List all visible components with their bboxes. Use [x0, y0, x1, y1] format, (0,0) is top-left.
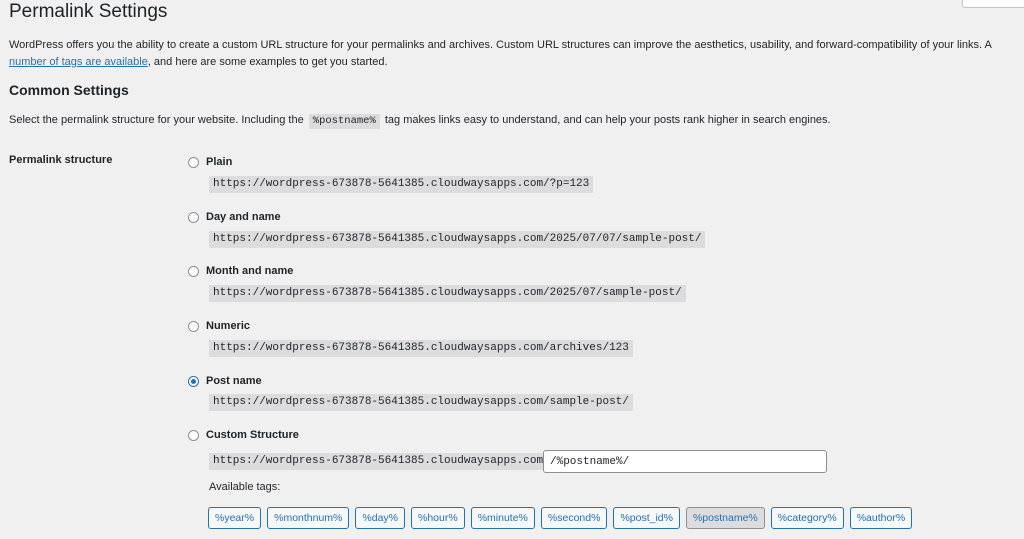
- tag-button-year[interactable]: %year%: [208, 507, 262, 529]
- tag-button-minute[interactable]: %minute%: [470, 507, 535, 529]
- radio-month-and-name[interactable]: [188, 265, 199, 277]
- option-month-and-name-url: https://wordpress-673878-5641385.cloudwa…: [209, 285, 686, 302]
- tag-button-hour[interactable]: %hour%: [411, 507, 465, 529]
- postname-tag-code: %postname%: [308, 114, 380, 129]
- option-month-and-name-label: Month and name: [206, 265, 294, 277]
- option-month-and-name[interactable]: Month and name: [188, 262, 293, 280]
- intro-text-start: WordPress offers you the ability to crea…: [9, 39, 992, 51]
- option-post-name-label: Post name: [206, 375, 262, 387]
- radio-day-and-name[interactable]: [188, 211, 199, 223]
- tag-button-author[interactable]: %author%: [849, 507, 913, 529]
- option-numeric-label: Numeric: [206, 320, 251, 332]
- tag-button-second[interactable]: %second%: [540, 507, 608, 529]
- tag-button-post-id[interactable]: %post_id%: [613, 507, 680, 529]
- option-plain-label: Plain: [206, 156, 233, 168]
- custom-structure-input[interactable]: [543, 450, 827, 473]
- page-title: Permalink Settings: [9, 1, 168, 22]
- tag-button-day[interactable]: %day%: [355, 507, 405, 529]
- common-settings-heading: Common Settings: [9, 82, 129, 98]
- tag-button-monthnum[interactable]: %monthnum%: [267, 507, 350, 529]
- radio-plain[interactable]: [188, 156, 199, 168]
- radio-custom-structure[interactable]: [188, 429, 199, 441]
- tag-button-category[interactable]: %category%: [770, 507, 844, 529]
- option-numeric[interactable]: Numeric: [188, 317, 250, 335]
- tag-button-postname[interactable]: %postname%: [685, 507, 765, 529]
- option-plain[interactable]: Plain: [188, 153, 232, 171]
- option-post-name-url: https://wordpress-673878-5641385.cloudwa…: [209, 394, 633, 411]
- option-numeric-url: https://wordpress-673878-5641385.cloudwa…: [209, 340, 633, 357]
- available-tags-label: Available tags:: [209, 481, 281, 493]
- intro-text: WordPress offers you the ability to crea…: [9, 37, 1019, 71]
- option-post-name[interactable]: Post name: [188, 372, 262, 390]
- common-settings-description: Select the permalink structure for your …: [9, 112, 831, 129]
- option-custom-structure[interactable]: Custom Structure: [188, 426, 299, 444]
- option-day-and-name-label: Day and name: [206, 211, 281, 223]
- radio-numeric[interactable]: [188, 320, 199, 332]
- custom-structure-base-url: https://wordpress-673878-5641385.cloudwa…: [209, 453, 548, 470]
- help-tab[interactable]: [962, 0, 1024, 8]
- tags-available-link[interactable]: number of tags are available: [9, 56, 148, 68]
- desc-text-start: Select the permalink structure for your …: [9, 114, 304, 126]
- option-day-and-name[interactable]: Day and name: [188, 208, 281, 226]
- option-plain-url: https://wordpress-673878-5641385.cloudwa…: [209, 176, 594, 193]
- intro-text-end: , and here are some examples to get you …: [147, 56, 388, 68]
- permalink-structure-label: Permalink structure: [9, 154, 113, 166]
- available-tags-list: %year% %monthnum% %day% %hour% %minute% …: [208, 507, 913, 529]
- desc-text-end: tag makes links easy to understand, and …: [384, 114, 831, 126]
- option-day-and-name-url: https://wordpress-673878-5641385.cloudwa…: [209, 231, 706, 248]
- radio-post-name[interactable]: [188, 375, 199, 387]
- option-custom-structure-label: Custom Structure: [206, 429, 299, 441]
